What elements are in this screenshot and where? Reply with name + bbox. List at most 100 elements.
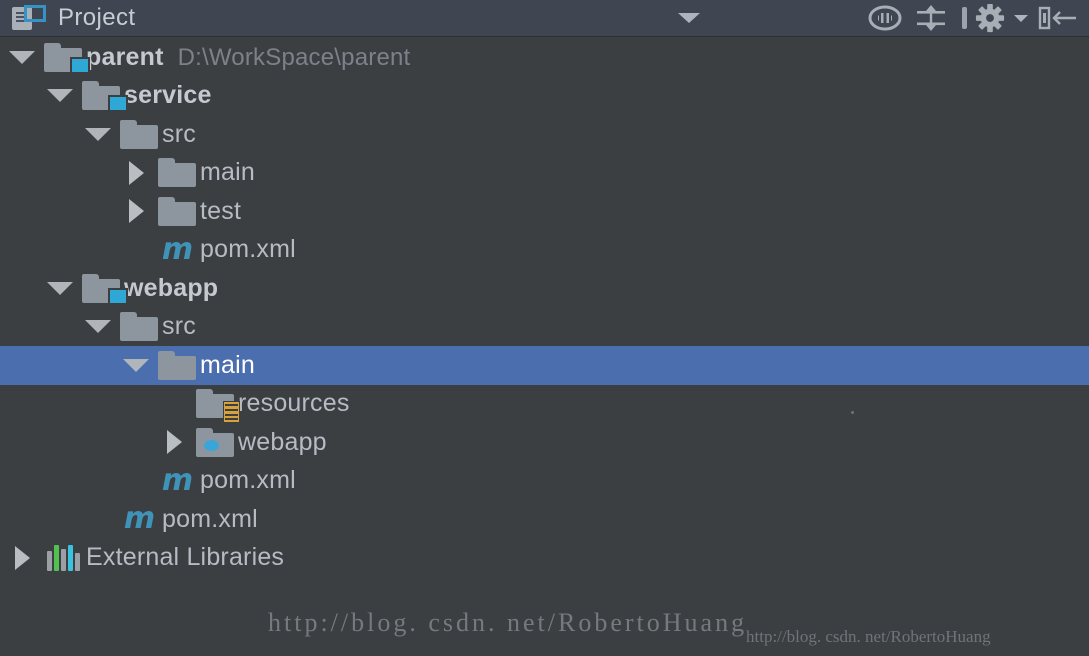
tree-row[interactable]: webapp [0, 423, 1089, 462]
chevron-down-small-icon [1014, 14, 1028, 22]
tree-row-label-group: main [200, 351, 255, 380]
tree-row-label: test [200, 196, 242, 225]
tree-row-label-group: parent D:\WorkSpace\parent [86, 43, 410, 72]
tree-row[interactable]: main [0, 346, 1089, 385]
tree-row-label: main [200, 350, 255, 379]
tree-row-label: External Libraries [86, 543, 285, 572]
page-title: Project [58, 4, 136, 31]
chevron-down-icon [123, 358, 149, 372]
chevron-right-icon [166, 430, 182, 455]
tree-row-label-group: resources [238, 389, 350, 418]
chevron-down-icon [47, 89, 73, 103]
tree-row-label-group: pom.xml [162, 505, 258, 534]
chevron-down-icon [47, 281, 73, 295]
toolwindow-title-group: Project [0, 4, 136, 32]
locate-target-icon [868, 5, 902, 31]
tree-row-label: src [162, 119, 196, 148]
project-panel-icon [12, 5, 46, 31]
tree-toggle-expanded[interactable] [80, 127, 116, 141]
maven-file-icon: m [161, 462, 193, 498]
project-tool-window: Project parent D:\WorkSpace\parent servi… [0, 0, 1089, 656]
tree-row-label-group: test [200, 197, 241, 226]
tree-row[interactable]: m pom.xml [0, 500, 1089, 539]
tree-row-label-group: service [124, 81, 212, 110]
tree-toggle-collapsed[interactable] [118, 160, 154, 185]
image-artifact-dot [851, 411, 854, 414]
chevron-down-icon [9, 50, 35, 64]
tree-toggle-expanded[interactable] [42, 89, 78, 103]
chevron-right-icon [128, 199, 144, 224]
view-options-chevron[interactable] [666, 1, 712, 35]
chevron-right-icon [14, 545, 30, 570]
tree-toggle-expanded[interactable] [42, 281, 78, 295]
tree-row[interactable]: main [0, 154, 1089, 193]
tree-row[interactable]: parent D:\WorkSpace\parent [0, 38, 1089, 77]
tree-toggle-expanded[interactable] [80, 320, 116, 334]
tree-row-label: webapp [124, 273, 219, 302]
gear-icon [975, 3, 1005, 33]
tree-row-label: pom.xml [200, 235, 296, 264]
project-tree[interactable]: parent D:\WorkSpace\parent service src main t… [0, 37, 1089, 577]
tree-row-label: service [124, 81, 212, 110]
tree-row-label: pom.xml [200, 466, 296, 495]
tree-row-label-group: webapp [124, 274, 218, 303]
module-folder-icon [78, 81, 128, 113]
maven-file-icon: m [161, 231, 193, 267]
tree-row[interactable]: webapp [0, 269, 1089, 308]
settings-button[interactable] [975, 1, 1005, 35]
folder-icon [154, 158, 200, 188]
tree-row-label-group: pom.xml [200, 466, 296, 495]
watermark-primary: http://blog. csdn. net/RobertoHuang [268, 608, 748, 637]
folder-icon [154, 196, 200, 226]
folder-icon [116, 312, 162, 342]
collapse-all-icon [917, 5, 945, 31]
tree-row-label-group: webapp [238, 428, 327, 457]
toolwindow-toolbar [666, 1, 1089, 35]
tree-row-label: main [200, 158, 255, 187]
toolbar-separator [962, 7, 967, 29]
tree-row[interactable]: m pom.xml [0, 231, 1089, 270]
select-opened-file-button[interactable] [862, 1, 908, 35]
tree-row-label: pom.xml [162, 504, 258, 533]
maven-file-icon: m [123, 501, 155, 537]
tree-row[interactable]: src [0, 115, 1089, 154]
hide-panel-button[interactable] [1035, 1, 1081, 35]
tree-row-label: src [162, 312, 196, 341]
folder-icon [154, 350, 200, 380]
libraries-icon [40, 544, 86, 571]
chevron-down-icon [85, 127, 111, 141]
hide-left-icon [1038, 6, 1076, 30]
toolwindow-header: Project [0, 0, 1089, 37]
tree-row-label-group: pom.xml [200, 235, 296, 264]
tree-row[interactable]: m pom.xml [0, 462, 1089, 501]
folder-icon [116, 119, 162, 149]
resources-folder-icon [192, 389, 240, 424]
tree-row[interactable]: src [0, 308, 1089, 347]
chevron-down-icon [678, 13, 700, 23]
module-folder-icon [78, 273, 128, 305]
tree-row[interactable]: service [0, 77, 1089, 116]
tree-row-label: parent [86, 42, 164, 71]
settings-dropdown[interactable] [1005, 1, 1035, 35]
tree-row[interactable]: resources [0, 385, 1089, 424]
collapse-all-button[interactable] [908, 1, 954, 35]
watermark-secondary: http://blog. csdn. net/RobertoHuang [746, 627, 991, 646]
chevron-down-icon [85, 320, 111, 334]
tree-toggle-collapsed[interactable] [156, 430, 192, 455]
tree-row[interactable]: External Libraries [0, 539, 1089, 578]
tree-toggle-collapsed[interactable] [4, 545, 40, 570]
tree-toggle-collapsed[interactable] [118, 199, 154, 224]
tree-row-label-group: src [162, 120, 196, 149]
tree-row-label-group: src [162, 312, 196, 341]
tree-toggle-expanded[interactable] [4, 50, 40, 64]
module-folder-icon [40, 42, 90, 74]
web-folder-icon [192, 427, 238, 457]
chevron-right-icon [128, 160, 144, 185]
tree-row-label: webapp [238, 427, 327, 456]
tree-row[interactable]: test [0, 192, 1089, 231]
tree-row-path: D:\WorkSpace\parent [177, 43, 411, 71]
tree-toggle-expanded[interactable] [118, 358, 154, 372]
tree-row-label-group: main [200, 158, 255, 187]
tree-row-label-group: External Libraries [86, 543, 284, 572]
tree-row-label: resources [238, 389, 350, 418]
